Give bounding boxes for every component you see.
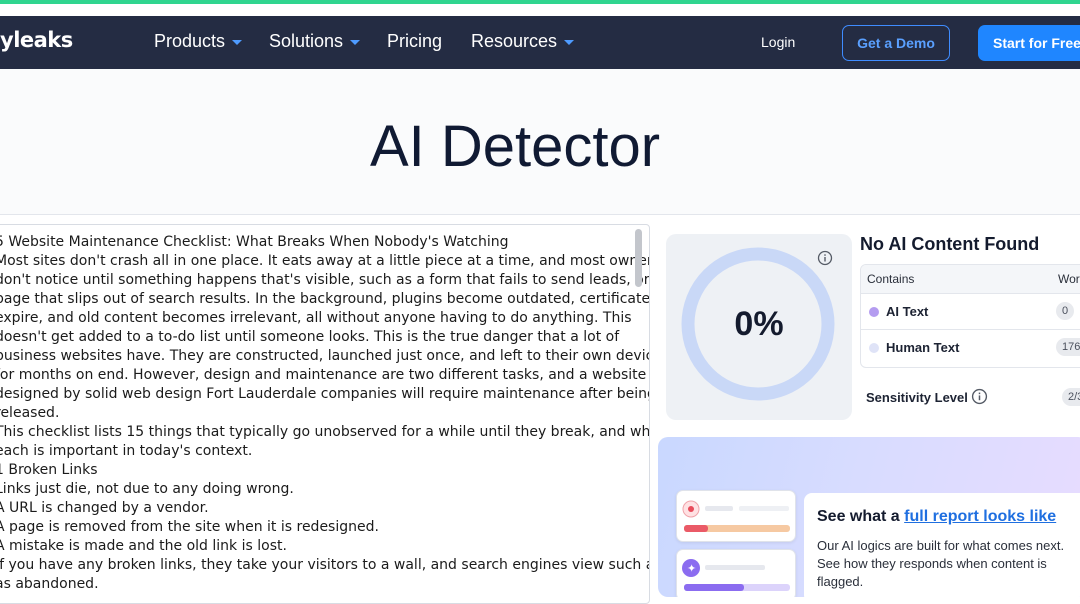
table-row-human: Human Text 1760	[861, 329, 1080, 365]
score-gauge: 0%	[666, 234, 852, 420]
editor-line: as abandoned.	[0, 576, 99, 592]
result-title: No AI Content Found	[860, 234, 1040, 254]
ai-dot-icon	[869, 307, 879, 317]
top-gap	[0, 4, 1080, 16]
editor-line: expire, and old content becomes irreleva…	[0, 310, 632, 326]
editor-line: If you have any broken links, they take …	[0, 557, 650, 573]
nav-products-label: Products	[154, 31, 226, 51]
nav-pricing[interactable]: Pricing	[387, 31, 442, 52]
editor-line: 5 Website Maintenance Checklist: What Br…	[0, 234, 509, 250]
row-label-ai: AI Text	[886, 304, 929, 319]
info-icon[interactable]	[817, 250, 833, 266]
human-dot-icon	[869, 343, 879, 353]
editor-line: 1 Broken Links	[0, 462, 98, 478]
editor-line: business websites have. They are constru…	[0, 348, 650, 364]
sparkle-icon: ✦	[682, 559, 790, 591]
report-preview-card: ✦	[676, 549, 796, 597]
table-row-ai: AI Text 0	[861, 293, 1080, 329]
editor-line: designed by solid web design Fort Lauder…	[0, 386, 650, 402]
login-link[interactable]: Login	[761, 34, 795, 50]
chevron-down-icon	[350, 39, 361, 45]
nav-solutions[interactable]: Solutions	[269, 31, 361, 52]
editor-line: Most sites don't crash all in one place.…	[0, 253, 650, 269]
results-panel: 0% No AI Content Found Contains Words AI…	[657, 222, 1080, 428]
report-preview-card	[676, 490, 796, 542]
promo-head-prefix: See what a	[817, 508, 905, 525]
ai-scan-icon	[682, 500, 790, 532]
start-free-button[interactable]: Start for Free	[978, 25, 1080, 61]
editor-line: A mistake is made and the old link is lo…	[0, 538, 287, 554]
logo[interactable]: yleaks	[0, 28, 73, 52]
editor-line: don't notice until something happens tha…	[0, 272, 650, 288]
chevron-down-icon	[232, 39, 243, 45]
hero: AI Detector	[0, 69, 1080, 214]
editor-line: A URL is changed by a vendor.	[0, 500, 209, 516]
human-word-count: 1760	[1056, 338, 1080, 356]
scrollbar[interactable]	[635, 229, 642, 287]
row-label-human: Human Text	[886, 340, 960, 355]
nav-products[interactable]: Products	[154, 31, 243, 52]
ai-percentage: 0%	[734, 305, 784, 343]
page-title: AI Detector	[369, 114, 661, 179]
nav-pricing-label: Pricing	[387, 31, 443, 51]
editor-line: each is important in today's context.	[0, 443, 253, 459]
chevron-down-icon	[564, 39, 575, 45]
header-words: Words	[1058, 272, 1080, 286]
editor-line: released.	[0, 405, 60, 421]
navbar: yleaks Products Solutions Pricing Resour…	[0, 16, 1080, 69]
full-report-link[interactable]: full report looks like	[904, 508, 1056, 525]
get-demo-button[interactable]: Get a Demo	[842, 25, 950, 61]
promo-body: Our AI logics are built for what comes n…	[817, 538, 1065, 589]
text-input-area[interactable]: 5 Website Maintenance Checklist: What Br…	[0, 224, 650, 604]
header-contains: Contains	[867, 272, 915, 286]
results-table: Contains Words AI Text 0 Human Text 1760	[860, 264, 1080, 368]
promo-panel: See what a full report looks like Our AI…	[804, 493, 1080, 597]
ai-word-count: 0	[1056, 302, 1075, 320]
sensitivity-value[interactable]: 2/3	[1062, 388, 1080, 406]
editor-line: A page is removed from the site when it …	[0, 519, 379, 535]
editor-line: doesn't get added to a to-do list until …	[0, 329, 620, 345]
nav-resources-label: Resources	[471, 31, 558, 51]
table-header: Contains Words	[861, 265, 1080, 293]
promo-heading: See what a full report looks like	[817, 508, 1056, 526]
editor-line: Links just die, not due to any doing wro…	[0, 481, 294, 497]
editor-line: This checklist lists 15 things that typi…	[0, 424, 650, 440]
info-icon[interactable]	[971, 388, 988, 405]
svg-text:✦: ✦	[687, 562, 696, 575]
report-promo: ✦ See what a full report looks like Our …	[658, 437, 1080, 597]
editor-line: for months on end. However, design and m…	[0, 367, 647, 383]
sensitivity-label: Sensitivity Level	[866, 390, 968, 405]
divider	[0, 214, 1080, 215]
editor-line: page that slips out of search results. I…	[0, 291, 650, 307]
editor-text: 5 Website Maintenance Checklist: What Br…	[0, 233, 650, 594]
nav-resources[interactable]: Resources	[471, 31, 575, 52]
nav-solutions-label: Solutions	[269, 31, 344, 51]
